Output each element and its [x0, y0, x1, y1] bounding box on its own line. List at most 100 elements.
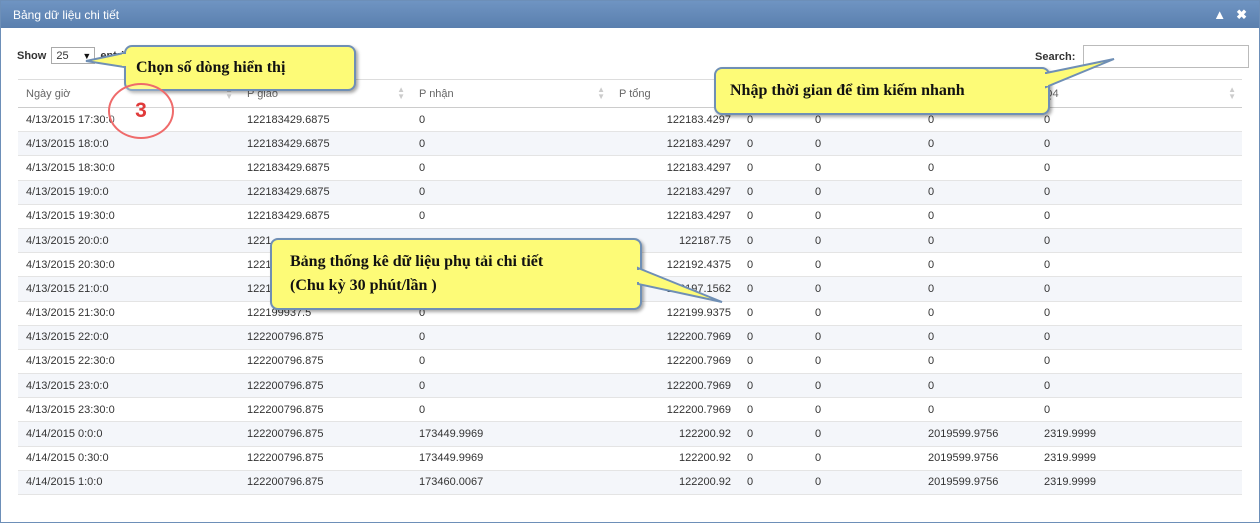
table-cell: 0: [1036, 204, 1242, 229]
column-header-label: P tổng: [619, 87, 651, 100]
table-cell: 0: [807, 301, 920, 326]
callout-search-text: Nhập thời gian để tìm kiếm nhanh: [730, 82, 965, 99]
callout-pointer: [1044, 58, 1115, 89]
page-length-value: 25: [56, 50, 69, 62]
table-row[interactable]: 4/14/2015 0:30:0 122200796.875 173449.9969…: [18, 446, 1242, 471]
table-cell: 0: [1036, 373, 1242, 399]
table-cell: 122200.7969: [611, 349, 739, 375]
table-cell: 0: [739, 325, 807, 350]
table-cell: 0: [1036, 276, 1242, 302]
table-cell: 2019599.9756: [920, 470, 1036, 496]
table-row[interactable]: 4/13/2015 19:0:0 122183429.6875 0 122183.42…: [18, 180, 1242, 205]
table-cell: 0: [411, 373, 611, 399]
table-cell: 4/13/2015 20:30:0: [18, 252, 239, 278]
table-cell: 0: [1036, 397, 1242, 423]
table-cell: 0: [739, 228, 807, 254]
table-cell: 122183.4297: [611, 180, 739, 205]
table-cell: 0: [739, 397, 807, 423]
table-cell: 0: [739, 131, 807, 157]
table-cell: 0: [1036, 228, 1242, 254]
show-label: Show: [17, 49, 47, 62]
table-cell: 122200.92: [611, 470, 739, 496]
table-cell: 0: [411, 107, 611, 133]
table-cell: 2319.9999: [1036, 470, 1242, 496]
table-cell: 4/14/2015 0:0:0: [18, 421, 239, 447]
table-cell: 0: [1036, 107, 1242, 133]
table-cell: 0: [411, 325, 611, 350]
callout-pointer: [85, 51, 126, 69]
close-icon[interactable]: ✖: [1236, 7, 1247, 23]
callout-rows-text: Chọn số dòng hiển thị: [136, 59, 286, 76]
table-row[interactable]: 4/13/2015 23:30:0 122200796.875 0 122200.79…: [18, 397, 1242, 423]
table-cell: 0: [739, 470, 807, 496]
table-cell: 122183.4297: [611, 131, 739, 157]
table-cell: 0: [411, 131, 611, 157]
table-cell: 0: [411, 397, 611, 423]
table-cell: 4/13/2015 19:0:0: [18, 180, 239, 205]
table-cell: 2319.9999: [1036, 446, 1242, 471]
table-cell: 122200796.875: [239, 470, 411, 496]
table-cell: 0: [1036, 301, 1242, 326]
table-cell: 122200.7969: [611, 325, 739, 350]
sort-icon: ▲▼: [597, 85, 605, 101]
column-header[interactable]: P nhận ▲ ▼: [411, 79, 611, 108]
table-cell: 0: [920, 228, 1036, 254]
table-cell: 0: [1036, 131, 1242, 157]
callout-rows-per-page: Chọn số dòng hiển thị: [85, 45, 356, 91]
panel-title: Bảng dữ liệu chi tiết: [13, 7, 120, 22]
table-cell: 0: [807, 204, 920, 229]
table-cell: 0: [1036, 349, 1242, 375]
table-cell: 122183429.6875: [239, 155, 411, 181]
table-cell: 0: [807, 252, 920, 278]
table-cell: 0: [807, 228, 920, 254]
table-cell: 0: [739, 180, 807, 205]
table-cell: 0: [807, 349, 920, 375]
table-cell: 173449.9969: [411, 446, 611, 471]
table-cell: 122200796.875: [239, 373, 411, 399]
table-cell: 4/13/2015 21:30:0: [18, 301, 239, 326]
table-row[interactable]: 4/13/2015 19:30:0 122183429.6875 0 122183.4…: [18, 204, 1242, 229]
table-cell: 0: [411, 349, 611, 375]
table-cell: 0: [920, 252, 1036, 278]
table-cell: 122183429.6875: [239, 107, 411, 133]
table-cell: 122183429.6875: [239, 131, 411, 157]
table-cell: 0: [807, 276, 920, 302]
sort-icon: ▲▼: [397, 85, 405, 101]
table-row[interactable]: 4/13/2015 18:0:0 122183429.6875 0 122183.42…: [18, 131, 1242, 157]
table-row[interactable]: 4/14/2015 0:0:0 122200796.875 173449.9969 1…: [18, 421, 1242, 447]
table-row[interactable]: 4/13/2015 22:30:0 122200796.875 0 122200.79…: [18, 349, 1242, 375]
table-cell: 4/13/2015 20:0:0: [18, 228, 239, 254]
table-cell: 0: [1036, 180, 1242, 205]
table-cell: 122200796.875: [239, 349, 411, 375]
table-cell: 2019599.9756: [920, 446, 1036, 471]
table-cell: 4/13/2015 23:0:0: [18, 373, 239, 399]
table-cell: 0: [920, 131, 1036, 157]
table-row[interactable]: 4/13/2015 17:30:0 122183429.6875 0 122183.4…: [18, 107, 1242, 133]
table-row[interactable]: 4/13/2015 18:30:0 122183429.6875 0 122183.4…: [18, 155, 1242, 181]
callout-pointer: [636, 266, 723, 303]
table-cell: 0: [739, 276, 807, 302]
table-cell: 0: [807, 470, 920, 496]
table-row[interactable]: 4/13/2015 23:0:0 122200796.875 0 122200.796…: [18, 373, 1242, 399]
table-cell: 0: [807, 421, 920, 447]
callout-search: Nhập thời gian để tìm kiếm nhanh: [714, 58, 1115, 115]
table-cell: 0: [920, 276, 1036, 302]
table-cell: 0: [739, 373, 807, 399]
table-cell: 173449.9969: [411, 421, 611, 447]
column-header-label: P nhận: [419, 87, 454, 100]
table-cell: 0: [807, 180, 920, 205]
table-cell: 0: [807, 155, 920, 181]
table-cell: 0: [739, 301, 807, 326]
table-cell: 0: [739, 155, 807, 181]
table-cell: 122183429.6875: [239, 180, 411, 205]
sort-icon: ▲▼: [1228, 85, 1236, 101]
table-cell: 0: [920, 204, 1036, 229]
table-cell: 0: [1036, 155, 1242, 181]
table-cell: 0: [807, 325, 920, 350]
chevron-up-icon[interactable]: ▲: [1213, 7, 1226, 22]
table-row[interactable]: 4/14/2015 1:0:0 122200796.875 173460.0067 1…: [18, 470, 1242, 496]
table-row[interactable]: 4/13/2015 22:0:0 122200796.875 0 122200.796…: [18, 325, 1242, 350]
table-cell: 0: [1036, 252, 1242, 278]
panel-titlebar: Bảng dữ liệu chi tiết ▲ ✖: [1, 1, 1259, 28]
table-cell: 2319.9999: [1036, 421, 1242, 447]
